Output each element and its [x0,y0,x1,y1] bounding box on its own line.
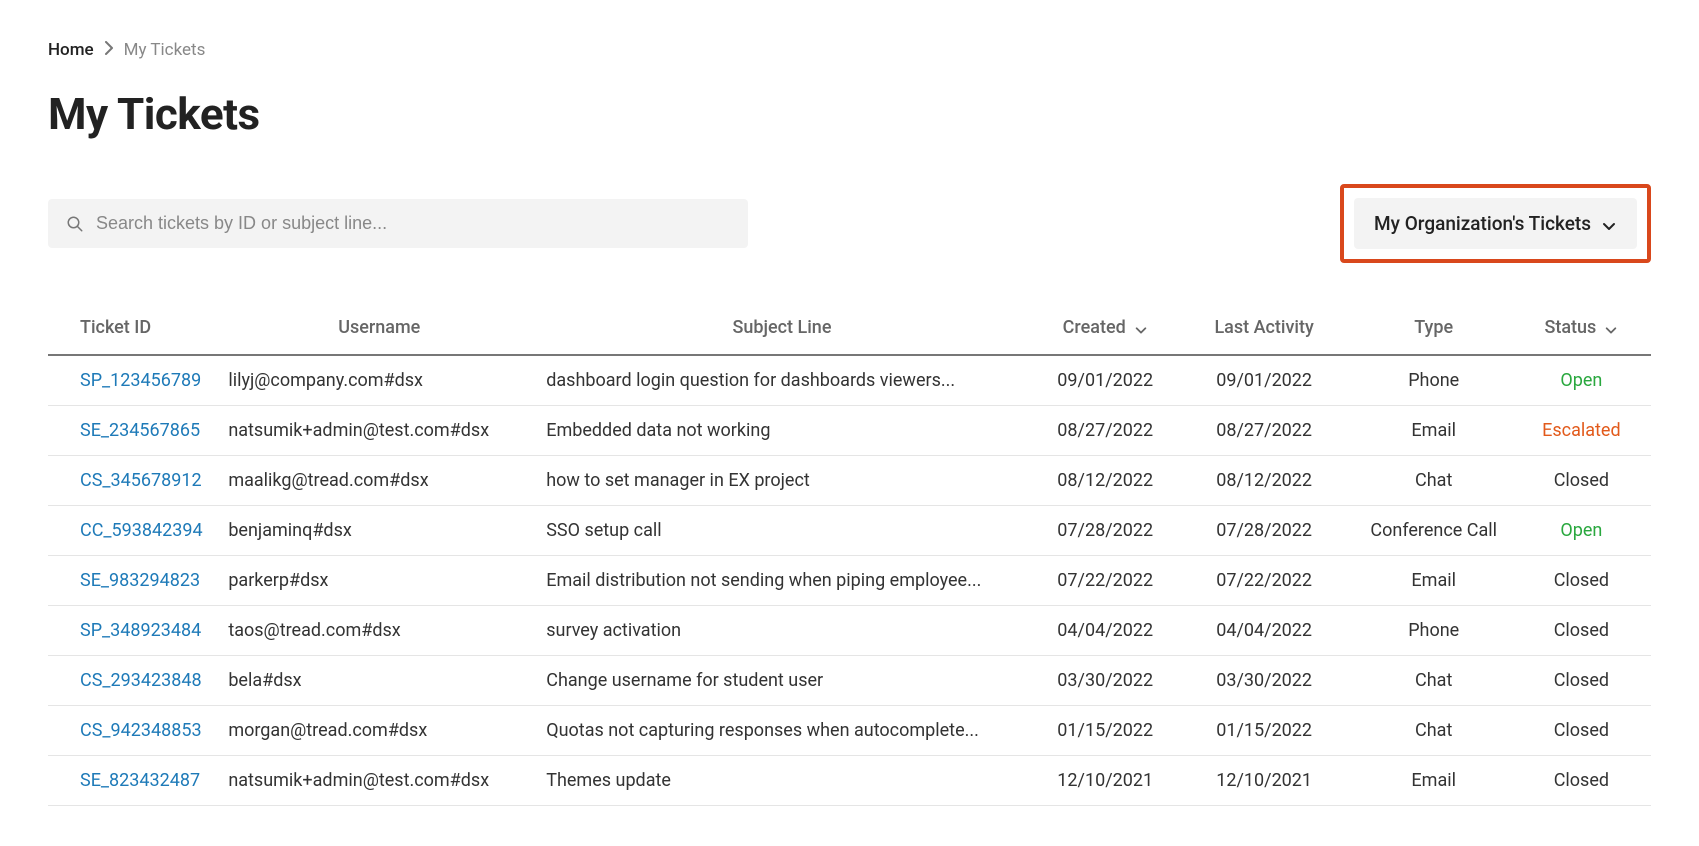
ticket-id-link[interactable]: CS_345678912 [80,470,202,491]
cell-created: 04/04/2022 [1026,606,1185,656]
table-row[interactable]: CS_345678912 maalikg@tread.com#dsxhow to … [48,456,1651,506]
cell-type: Chat [1344,456,1524,506]
cell-created: 01/15/2022 [1026,706,1185,756]
table-row[interactable]: SE_234567865natsumik+admin@test.com#dsxE… [48,406,1651,456]
chevron-down-icon [1604,321,1618,335]
col-header-last-activity[interactable]: Last Activity [1185,303,1344,355]
chevron-down-icon [1134,321,1148,335]
col-header-username[interactable]: Username [220,303,538,355]
table-row[interactable]: SP_123456789 lilyj@company.com#dsxdashboa… [48,355,1651,406]
table-row[interactable]: CC_593842394benjaminq#dsxSSO setup call0… [48,506,1651,556]
cell-created: 03/30/2022 [1026,656,1185,706]
cell-status: Closed [1524,656,1651,706]
cell-created: 07/22/2022 [1026,556,1185,606]
cell-username: taos@tread.com#dsx [220,606,538,656]
cell-username: benjaminq#dsx [220,506,538,556]
breadcrumb-current: My Tickets [124,40,206,60]
cell-subject: Themes update [538,756,1025,806]
col-header-type[interactable]: Type [1344,303,1524,355]
cell-created: 08/12/2022 [1026,456,1185,506]
cell-username: lilyj@company.com#dsx [220,355,538,406]
cell-created: 12/10/2021 [1026,756,1185,806]
col-header-subject[interactable]: Subject Line [538,303,1025,355]
table-row[interactable]: SE_983294823 parkerp#dsxEmail distributio… [48,556,1651,606]
ticket-id-link[interactable]: CS_942348853 [80,720,202,741]
chevron-down-icon [1601,216,1617,232]
cell-status: Closed [1524,706,1651,756]
cell-subject: Embedded data not working [538,406,1025,456]
cell-subject: survey activation [538,606,1025,656]
cell-subject: SSO setup call [538,506,1025,556]
cell-subject: Change username for student user [538,656,1025,706]
chevron-right-icon [104,40,114,60]
cell-last-activity: 03/30/2022 [1185,656,1344,706]
cell-username: parkerp#dsx [220,556,538,606]
col-header-status[interactable]: Status [1524,303,1651,355]
cell-status: Closed [1524,456,1651,506]
cell-last-activity: 04/04/2022 [1185,606,1344,656]
cell-subject: dashboard login question for dashboards … [538,355,1025,406]
cell-username: morgan@tread.com#dsx [220,706,538,756]
cell-subject: Quotas not capturing responses when auto… [538,706,1025,756]
ticket-id-link[interactable]: SP_123456789 [80,370,201,391]
cell-username: natsumik+admin@test.com#dsx [220,756,538,806]
cell-type: Phone [1344,355,1524,406]
cell-last-activity: 12/10/2021 [1185,756,1344,806]
filter-highlight-box: My Organization's Tickets [1340,184,1651,263]
cell-last-activity: 09/01/2022 [1185,355,1344,406]
cell-last-activity: 07/28/2022 [1185,506,1344,556]
cell-username: bela#dsx [220,656,538,706]
cell-type: Email [1344,556,1524,606]
cell-type: Phone [1344,606,1524,656]
cell-status: Escalated [1524,406,1651,456]
search-icon [66,215,84,233]
col-header-created[interactable]: Created [1026,303,1185,355]
cell-username: natsumik+admin@test.com#dsx [220,406,538,456]
filter-dropdown[interactable]: My Organization's Tickets [1354,198,1637,249]
cell-status: Closed [1524,756,1651,806]
tickets-table: Ticket ID Username Subject Line Created … [48,303,1651,806]
table-row[interactable]: CS_293423848 bela#dsxChange username for … [48,656,1651,706]
cell-type: Chat [1344,706,1524,756]
cell-status: Closed [1524,556,1651,606]
table-row[interactable]: CS_942348853 morgan@tread.com#dsxQuotas n… [48,706,1651,756]
cell-type: Conference Call [1344,506,1524,556]
ticket-id-link[interactable]: CC_593842394 [80,520,203,541]
ticket-id-link[interactable]: CS_293423848 [80,670,202,691]
col-header-ticket-id[interactable]: Ticket ID [48,303,220,355]
cell-username: maalikg@tread.com#dsx [220,456,538,506]
cell-last-activity: 07/22/2022 [1185,556,1344,606]
cell-created: 08/27/2022 [1026,406,1185,456]
cell-created: 07/28/2022 [1026,506,1185,556]
breadcrumb: Home My Tickets [48,40,1651,60]
ticket-id-link[interactable]: SE_983294823 [80,570,200,591]
table-row[interactable]: SP_348923484 taos@tread.com#dsxsurvey act… [48,606,1651,656]
cell-type: Email [1344,756,1524,806]
ticket-id-link[interactable]: SE_234567865 [80,420,200,441]
cell-last-activity: 08/12/2022 [1185,456,1344,506]
breadcrumb-home[interactable]: Home [48,40,94,60]
cell-status: Open [1524,506,1651,556]
ticket-id-link[interactable]: SE_823432487 [80,770,200,791]
page-title: My Tickets [48,88,1651,140]
cell-status: Closed [1524,606,1651,656]
search-input[interactable] [96,213,730,234]
filter-label: My Organization's Tickets [1374,212,1591,235]
cell-created: 09/01/2022 [1026,355,1185,406]
ticket-id-link[interactable]: SP_348923484 [80,620,201,641]
cell-status: Open [1524,355,1651,406]
cell-type: Chat [1344,656,1524,706]
search-wrap[interactable] [48,199,748,248]
cell-last-activity: 01/15/2022 [1185,706,1344,756]
toolbar: My Organization's Tickets [48,184,1651,263]
cell-subject: Email distribution not sending when pipi… [538,556,1025,606]
cell-last-activity: 08/27/2022 [1185,406,1344,456]
table-row[interactable]: SE_823432487 natsumik+admin@test.com#dsxT… [48,756,1651,806]
cell-subject: how to set manager in EX project [538,456,1025,506]
cell-type: Email [1344,406,1524,456]
